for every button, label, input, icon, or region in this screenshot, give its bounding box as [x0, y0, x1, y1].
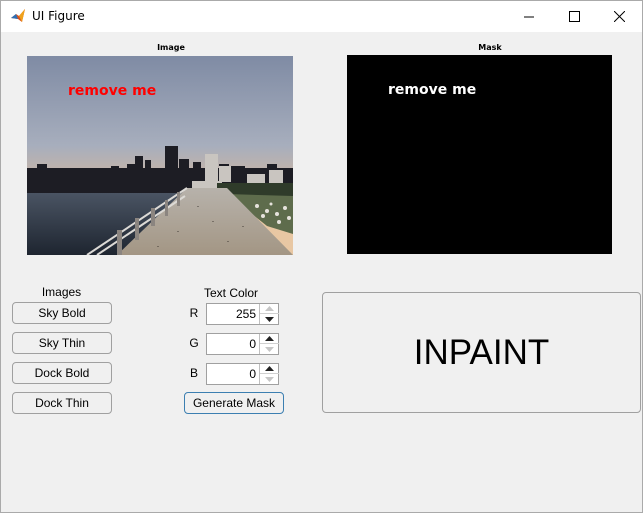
close-icon: [614, 10, 625, 22]
green-decrement-button[interactable]: [260, 344, 279, 354]
blue-spinner-arrows: [259, 364, 279, 384]
red-channel-label: R: [189, 306, 199, 320]
green-channel-value[interactable]: 0: [207, 334, 259, 354]
inpaint-button[interactable]: INPAINT: [322, 292, 641, 413]
red-channel-value[interactable]: 255: [207, 304, 259, 324]
triangle-down-icon: [265, 376, 274, 382]
triangle-up-icon: [265, 306, 274, 311]
blue-channel-spinner[interactable]: 0: [206, 363, 279, 385]
image-preview: remove me: [27, 56, 293, 255]
red-decrement-button[interactable]: [260, 314, 279, 324]
images-heading: Images: [41, 285, 82, 299]
mask-overlay-text: remove me: [388, 82, 477, 98]
blue-channel-value[interactable]: 0: [207, 364, 259, 384]
generate-mask-button[interactable]: Generate Mask: [184, 392, 284, 414]
red-channel-spinner[interactable]: 255: [206, 303, 279, 325]
maximize-icon: [569, 10, 580, 22]
window-title: UI Figure: [32, 9, 85, 23]
sky-thin-button[interactable]: Sky Thin: [12, 332, 112, 354]
red-spinner-arrows: [259, 304, 279, 324]
matlab-icon: [10, 8, 26, 24]
green-spinner-arrows: [259, 334, 279, 354]
sky-bold-button[interactable]: Sky Bold: [12, 302, 112, 324]
triangle-down-icon: [265, 316, 274, 322]
city-dock-photo: [27, 56, 293, 255]
dock-thin-button[interactable]: Dock Thin: [12, 392, 112, 414]
red-increment-button[interactable]: [260, 304, 279, 314]
green-increment-button[interactable]: [260, 334, 279, 344]
triangle-down-icon: [265, 346, 274, 352]
minimize-button[interactable]: [507, 1, 552, 31]
mask-axes-title: Mask: [478, 43, 502, 52]
minimize-icon: [524, 16, 534, 17]
blue-decrement-button[interactable]: [260, 374, 279, 384]
blue-increment-button[interactable]: [260, 364, 279, 374]
text-color-heading: Text Color: [203, 286, 259, 300]
blue-channel-label: B: [189, 366, 198, 380]
triangle-up-icon: [265, 336, 274, 341]
triangle-up-icon: [265, 366, 274, 371]
title-bar: UI Figure: [1, 1, 642, 32]
ui-figure-window: UI Figure Image Mask remove me remove me…: [0, 0, 643, 513]
image-axes-title: Image: [157, 43, 185, 52]
close-button[interactable]: [597, 1, 642, 31]
green-channel-spinner[interactable]: 0: [206, 333, 279, 355]
maximize-button[interactable]: [552, 1, 597, 31]
image-overlay-text: remove me: [68, 83, 157, 99]
green-channel-label: G: [189, 336, 199, 350]
dock-bold-button[interactable]: Dock Bold: [12, 362, 112, 384]
mask-preview: remove me: [347, 55, 612, 254]
